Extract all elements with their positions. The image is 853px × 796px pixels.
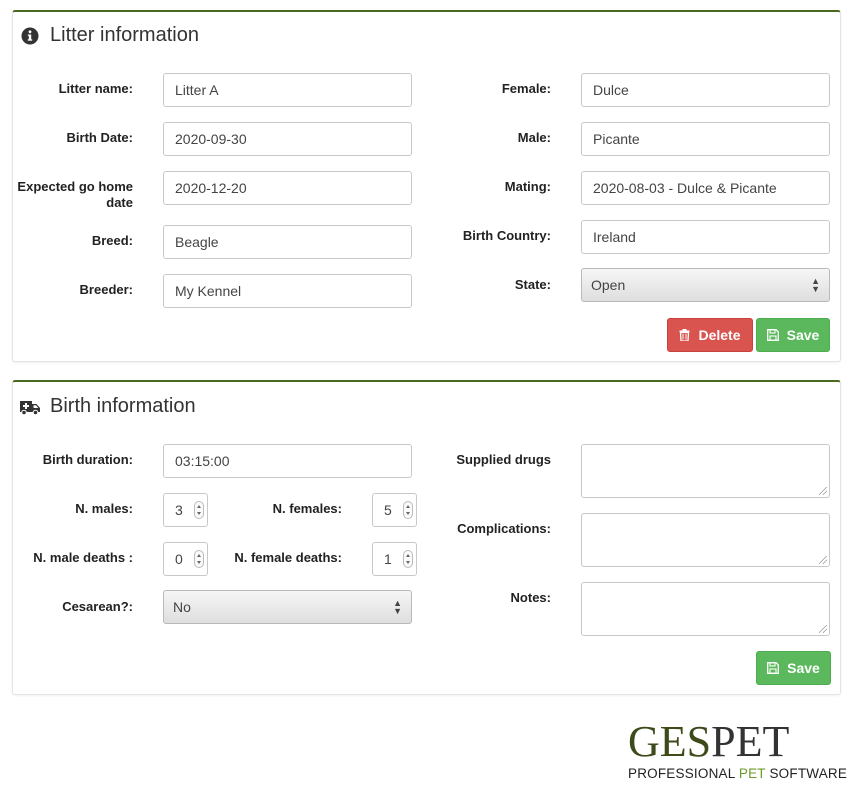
notes-label: Notes:: [510, 590, 551, 605]
n-male-deaths-value: 0: [175, 551, 183, 567]
birth-date-label: Birth Date:: [66, 130, 133, 145]
expected-go-home-label-line2: date: [106, 195, 133, 210]
logo-tagline: PROFESSIONAL PET SOFTWARE: [628, 766, 847, 781]
litter-panel-title: Litter information: [50, 24, 199, 46]
n-male-deaths-label: N. male deaths :: [33, 550, 133, 565]
resize-grip-icon[interactable]: [819, 625, 827, 633]
female-label: Female:: [501, 81, 551, 96]
complications-textarea[interactable]: [581, 513, 830, 567]
n-female-deaths-label: N. female deaths:: [234, 550, 342, 565]
breeder-input[interactable]: My Kennel: [163, 274, 412, 308]
n-males-input[interactable]: 3: [163, 493, 208, 527]
logo-wordmark: GESPET: [628, 720, 838, 764]
logo-pet: PET: [711, 717, 790, 766]
info-circle-icon: [19, 25, 41, 47]
male-input[interactable]: Picante: [581, 122, 830, 156]
n-male-deaths-spinner-icon[interactable]: [194, 550, 204, 568]
expected-go-home-label-line1: Expected go home: [17, 179, 133, 194]
birth-panel-header: Birth information: [19, 395, 196, 418]
n-females-spinner-icon[interactable]: [403, 501, 413, 519]
cesarean-label: Cesarean?:: [62, 599, 133, 614]
n-female-deaths-input[interactable]: 1: [372, 542, 417, 576]
cesarean-select-value: No: [173, 599, 191, 615]
delete-button[interactable]: Delete: [667, 318, 753, 352]
save-floppy-icon: [766, 329, 779, 341]
n-male-deaths-input[interactable]: 0: [163, 542, 208, 576]
n-males-value: 3: [175, 502, 183, 518]
birth-information-panel: Birth information Birth duration: 03:15:…: [12, 380, 841, 695]
supplied-drugs-label: Supplied drugs: [456, 452, 551, 467]
trash-icon: [679, 329, 690, 341]
breeder-label: Breeder:: [79, 282, 133, 297]
n-female-deaths-spinner-icon[interactable]: [403, 550, 413, 568]
n-female-deaths-value: 1: [384, 551, 392, 567]
litter-name-input[interactable]: Litter A: [163, 73, 412, 107]
state-select-value: Open: [591, 277, 626, 293]
litter-save-button-label: Save: [786, 327, 820, 343]
mating-label: Mating:: [504, 179, 551, 194]
birth-save-button[interactable]: Save: [756, 651, 831, 685]
expected-go-home-label: Expected go home date: [13, 179, 133, 211]
litter-name-label: Litter name:: [58, 81, 133, 96]
select-caret-icon: ▲ ▼: [393, 598, 402, 616]
save-floppy-icon: [767, 662, 780, 674]
breed-input[interactable]: Beagle: [163, 225, 412, 259]
birth-duration-label: Birth duration:: [42, 452, 133, 467]
female-input[interactable]: Dulce: [581, 73, 830, 107]
birth-duration-input[interactable]: 03:15:00: [163, 444, 412, 478]
logo-tagline-accent: PET: [738, 766, 766, 781]
notes-textarea[interactable]: [581, 582, 830, 636]
birth-country-label: Birth Country:: [462, 228, 551, 243]
state-label: State:: [514, 277, 551, 292]
logo-ges: GES: [628, 717, 712, 766]
male-label: Male:: [517, 130, 551, 145]
breed-label: Breed:: [91, 233, 133, 248]
birth-panel-title: Birth information: [50, 395, 196, 417]
mating-input[interactable]: 2020-08-03 - Dulce & Picante: [581, 171, 830, 205]
expected-go-home-input[interactable]: 2020-12-20: [163, 171, 412, 205]
resize-grip-icon[interactable]: [819, 487, 827, 495]
litter-information-panel: Litter information Litter name: Litter A…: [12, 10, 841, 362]
select-caret-icon: ▲ ▼: [811, 276, 820, 294]
resize-grip-icon[interactable]: [819, 556, 827, 564]
state-select[interactable]: Open ▲ ▼: [581, 268, 830, 302]
birth-date-input[interactable]: 2020-09-30: [163, 122, 412, 156]
supplied-drugs-textarea[interactable]: [581, 444, 830, 498]
complications-label: Complications:: [457, 521, 551, 536]
cesarean-select[interactable]: No ▲ ▼: [163, 590, 412, 624]
birth-save-button-label: Save: [787, 660, 820, 676]
litter-panel-header: Litter information: [19, 24, 199, 47]
n-males-spinner-icon[interactable]: [194, 501, 204, 519]
litter-save-button[interactable]: Save: [756, 318, 830, 352]
n-males-label: N. males:: [75, 501, 133, 516]
logo-tagline-part1: PROFESSIONAL: [628, 766, 739, 781]
birth-country-input[interactable]: Ireland: [581, 220, 830, 254]
n-females-value: 5: [384, 502, 392, 518]
logo-tagline-part2: SOFTWARE: [765, 766, 848, 781]
gespet-logo: GESPET PROFESSIONAL PET SOFTWARE: [628, 720, 847, 782]
n-females-input[interactable]: 5: [372, 493, 417, 527]
delete-button-label: Delete: [698, 327, 741, 343]
ambulance-icon: [19, 396, 41, 418]
n-females-label: N. females:: [272, 501, 342, 516]
